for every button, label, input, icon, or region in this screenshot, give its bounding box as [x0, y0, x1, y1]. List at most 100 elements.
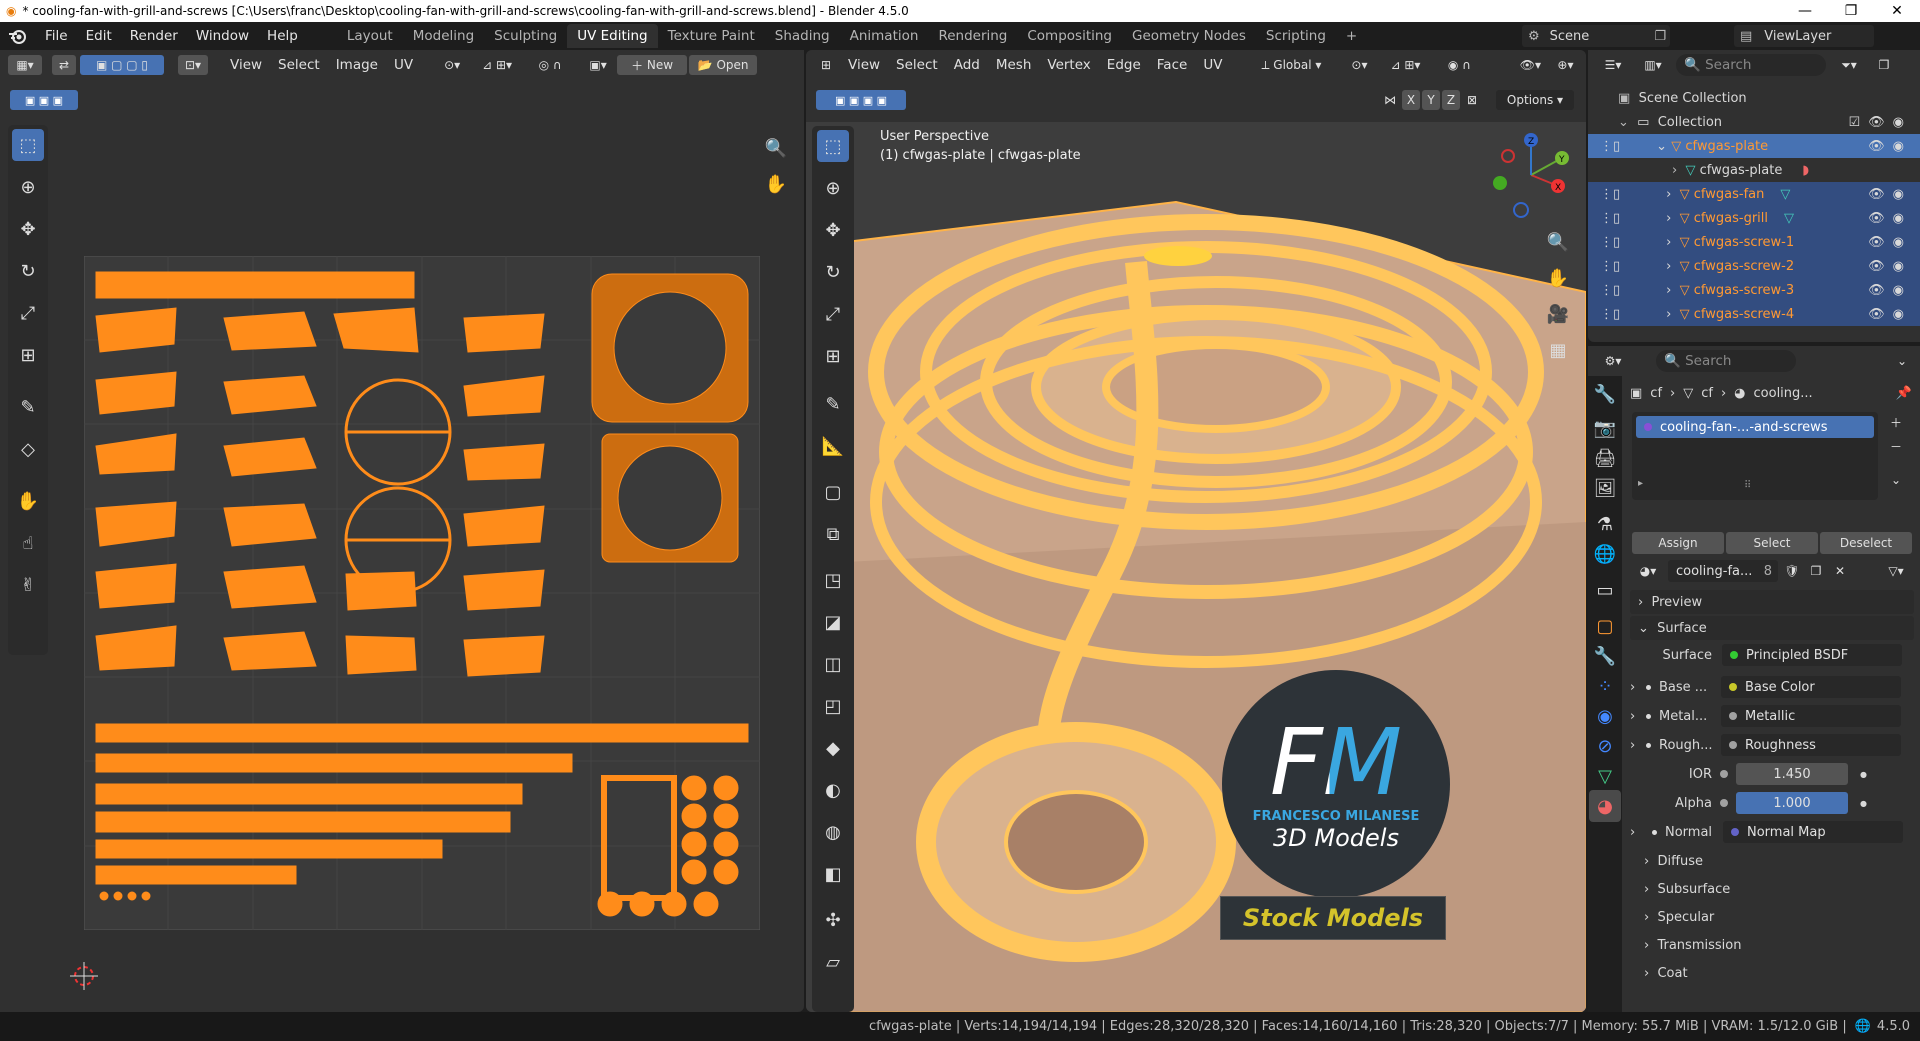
- new-image-button[interactable]: ＋ New: [617, 55, 688, 75]
- deselect-button[interactable]: Deselect: [1820, 532, 1912, 554]
- tab-rendering[interactable]: Rendering: [928, 24, 1017, 48]
- vp-menu-vertex[interactable]: Vertex: [1039, 57, 1098, 73]
- alpha-field[interactable]: 1.000: [1736, 792, 1848, 814]
- transform-tool-icon[interactable]: ⊞: [12, 339, 44, 371]
- mirror-y[interactable]: Y: [1422, 90, 1440, 110]
- vp-transform-tool-icon[interactable]: ⊞: [817, 340, 849, 372]
- collection-visibility-icons[interactable]: ☑👁◉: [1848, 115, 1912, 130]
- surface-shader-field[interactable]: Principled BSDF: [1722, 644, 1902, 666]
- physics-tab-icon[interactable]: ◉: [1589, 700, 1621, 732]
- mirror-x[interactable]: X: [1402, 90, 1420, 110]
- add-cube-tool-icon[interactable]: ▢: [817, 476, 849, 508]
- input-link-field[interactable]: Base Color: [1721, 676, 1901, 698]
- sticky-mode-icon[interactable]: ⊡▾: [178, 55, 208, 75]
- edge-slide-tool-icon[interactable]: ◧: [817, 858, 849, 890]
- add-workspace-icon[interactable]: +: [1336, 24, 1367, 48]
- panel-diffuse[interactable]: › Diffuse: [1644, 850, 1703, 872]
- pivot-icon[interactable]: ⊙▾: [437, 55, 467, 75]
- outliner-editor-type-icon[interactable]: ☰▾: [1596, 55, 1630, 75]
- menu-window[interactable]: Window: [187, 28, 258, 44]
- cursor-tool-icon[interactable]: ⊕: [12, 171, 44, 203]
- outliner-item-cfwgas-screw-1[interactable]: ⋮▯ › ▽ cfwgas-screw-1 👁◉: [1588, 230, 1920, 254]
- select-button[interactable]: Select: [1726, 532, 1818, 554]
- vp-snap-icon[interactable]: ⊿ ⊞▾: [1378, 55, 1432, 75]
- zoom-icon[interactable]: 🔍: [760, 132, 792, 164]
- extrude-tool-icon[interactable]: ⧉: [817, 518, 849, 550]
- material-tab-icon[interactable]: ◕: [1589, 790, 1621, 822]
- rip-tool-icon[interactable]: ◇: [12, 433, 44, 465]
- edit-mode-icon[interactable]: ⋮▯: [1600, 139, 1620, 154]
- tab-geometry-nodes[interactable]: Geometry Nodes: [1122, 24, 1256, 48]
- material-name-field[interactable]: cooling-fa... 8: [1668, 560, 1778, 582]
- vp-menu-add[interactable]: Add: [946, 57, 988, 73]
- object-visibility-icons[interactable]: 👁◉: [1868, 235, 1912, 250]
- vp-annotate-tool-icon[interactable]: ✎: [817, 388, 849, 420]
- view-layer-selector[interactable]: ▤ ViewLayer: [1734, 25, 1874, 47]
- snap-icon[interactable]: ⊿ ⊞▾: [471, 55, 523, 75]
- constraints-tab-icon[interactable]: ⊘: [1589, 730, 1621, 762]
- edit-mode-icon[interactable]: ⋮▯: [1600, 211, 1620, 226]
- edit-mode-icon[interactable]: ⋮▯: [1600, 307, 1620, 322]
- panel-transmission[interactable]: › Transmission: [1644, 934, 1741, 956]
- new-collection-icon[interactable]: ❐: [1872, 55, 1896, 75]
- collection-tab-icon[interactable]: ▭: [1589, 574, 1621, 606]
- viewport-editor-type-icon[interactable]: ⊞: [812, 55, 840, 75]
- outliner-item-cfwgas-screw-4[interactable]: ⋮▯ › ▽ cfwgas-screw-4 👁◉: [1588, 302, 1920, 326]
- outliner-item-cfwgas-screw-2[interactable]: ⋮▯ › ▽ cfwgas-screw-2 👁◉: [1588, 254, 1920, 278]
- visibility-icon[interactable]: 👁▾: [1514, 55, 1546, 75]
- expand-icon[interactable]: ›: [1666, 187, 1671, 202]
- expand-icon[interactable]: ›: [1666, 307, 1671, 322]
- topology-mirror-icon[interactable]: ⊠: [1462, 90, 1482, 110]
- vp-cursor-tool-icon[interactable]: ⊕: [817, 172, 849, 204]
- tool-tab-icon[interactable]: 🔧: [1589, 378, 1621, 410]
- unlink-material-icon[interactable]: ✕: [1830, 561, 1850, 581]
- outliner[interactable]: ☰▾ ▥▾ 🔍 Search ⏷▾ ❐ ▣ Scene Collection ⌄…: [1588, 50, 1920, 342]
- panel-coat[interactable]: › Coat: [1644, 962, 1688, 984]
- tab-animation[interactable]: Animation: [840, 24, 929, 48]
- expand-icon[interactable]: ›: [1666, 235, 1671, 250]
- properties-editor[interactable]: ⚙▾ 🔍 Search ⌄ 🔧 📷 🖨 🖼 ⚗ 🌐 ▭ ▢ 🔧 ⁘ ◉ ⊘ ▽ …: [1588, 346, 1920, 1012]
- spin-tool-icon[interactable]: ◐: [817, 774, 849, 806]
- relax-tool-icon[interactable]: ☝: [12, 527, 44, 559]
- maximize-button[interactable]: ❐: [1828, 0, 1874, 22]
- move-tool-icon[interactable]: ✥: [12, 213, 44, 245]
- inset-tool-icon[interactable]: ◳: [817, 564, 849, 596]
- menu-render[interactable]: Render: [121, 28, 187, 44]
- shear-tool-icon[interactable]: ▱: [817, 946, 849, 978]
- object-visibility-icons[interactable]: 👁◉: [1868, 211, 1912, 226]
- object-visibility-icons[interactable]: 👁◉: [1868, 259, 1912, 274]
- minimize-button[interactable]: —: [1782, 0, 1828, 22]
- view-layer-tab-icon[interactable]: 🖼: [1589, 472, 1621, 504]
- tab-sculpting[interactable]: Sculpting: [484, 24, 567, 48]
- vp-scale-tool-icon[interactable]: ⤢: [817, 298, 849, 330]
- panel-subsurface[interactable]: › Subsurface: [1644, 878, 1730, 900]
- assign-button[interactable]: Assign: [1632, 532, 1724, 554]
- outliner-search-input[interactable]: 🔍 Search: [1676, 54, 1826, 76]
- keyframe-dot-icon[interactable]: ●: [1860, 799, 1867, 808]
- tab-scripting[interactable]: Scripting: [1256, 24, 1336, 48]
- blender-logo-icon[interactable]: [0, 28, 36, 44]
- shrink-fatten-tool-icon[interactable]: ✣: [817, 904, 849, 936]
- outliner-item-cfwgas-screw-3[interactable]: ⋮▯ › ▽ cfwgas-screw-3 👁◉: [1588, 278, 1920, 302]
- fake-user-icon[interactable]: 🛡: [1782, 561, 1802, 581]
- data-tab-icon[interactable]: ▽: [1589, 760, 1621, 792]
- object-visibility-icons[interactable]: 👁◉: [1868, 307, 1912, 322]
- mirror-z[interactable]: Z: [1442, 90, 1460, 110]
- expand-icon[interactable]: ›: [1630, 825, 1646, 840]
- vp-menu-select[interactable]: Select: [888, 57, 946, 73]
- edit-mode-icon[interactable]: ⋮▯: [1600, 235, 1620, 250]
- vp-pivot-icon[interactable]: ⊙▾: [1344, 55, 1374, 75]
- annotate-tool-icon[interactable]: ✎: [12, 391, 44, 423]
- uv-canvas[interactable]: [84, 256, 760, 930]
- outliner-item-cfwgas-plate[interactable]: ⋮▯ ⌄ ▽ cfwgas-plate 👁◉: [1588, 134, 1920, 158]
- resize-handle-icon[interactable]: ⠿: [1744, 480, 1751, 491]
- transform-orientation-dropdown[interactable]: ⟂ Global ▾: [1244, 55, 1338, 75]
- add-slot-icon[interactable]: ＋: [1884, 412, 1908, 432]
- select-box-tool-icon[interactable]: ⬚: [12, 129, 44, 161]
- scene-selector[interactable]: ⚙ Scene ❐: [1522, 25, 1670, 47]
- vp-menu-uv[interactable]: UV: [1195, 57, 1230, 73]
- expand-icon[interactable]: ›: [1672, 163, 1677, 178]
- vp-zoom-icon[interactable]: 🔍: [1542, 226, 1574, 258]
- tab-modeling[interactable]: Modeling: [403, 24, 484, 48]
- edit-mode-icon[interactable]: ⋮▯: [1600, 259, 1620, 274]
